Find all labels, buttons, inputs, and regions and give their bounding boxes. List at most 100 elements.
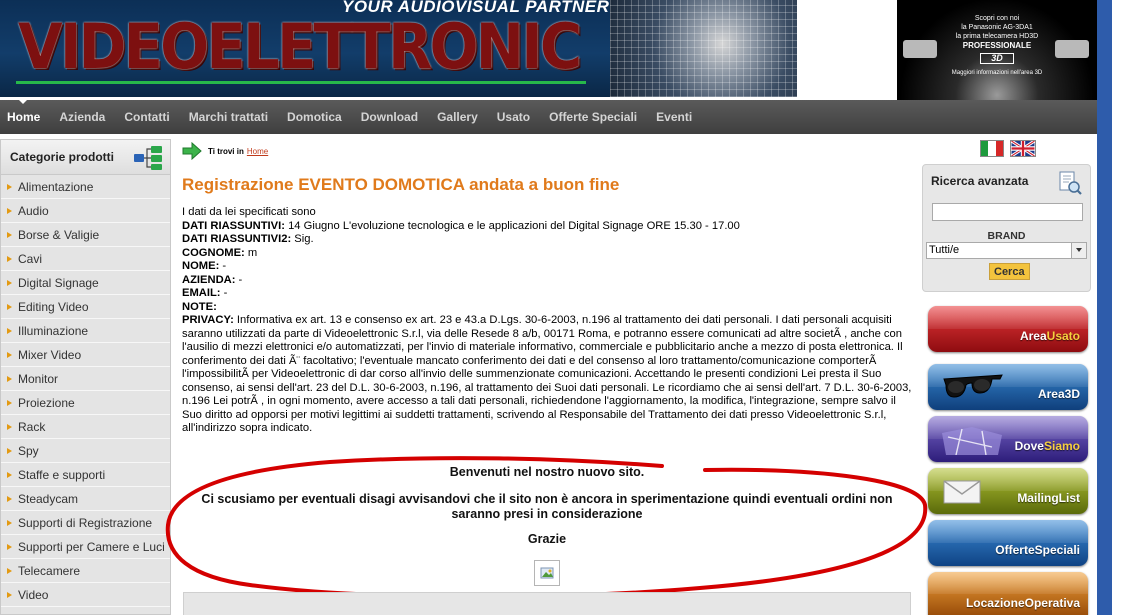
sidebar-item-cavi[interactable]: Cavi (1, 247, 170, 271)
privacy-label: PRIVACY: (182, 314, 234, 326)
breadcrumb: Ti trovi in Home (182, 141, 268, 161)
camera-icon (903, 40, 937, 58)
offerte-speciali-button[interactable]: OfferteSpeciali (928, 520, 1088, 566)
dove-siamo-label: DoveSiamo (1014, 439, 1080, 453)
bottom-content-box (183, 592, 911, 615)
nav-item-offerte-speciali[interactable]: Offerte Speciali (549, 110, 637, 124)
nav-item-azienda[interactable]: Azienda (59, 110, 105, 124)
mailing-list-button[interactable]: MailingList (928, 468, 1088, 514)
bullet-arrow-icon (7, 567, 12, 574)
sidebar-item-label: Video (18, 587, 49, 602)
search-docs-icon (1059, 171, 1082, 195)
field-row: EMAIL: - (182, 287, 912, 301)
nav-item-contatti[interactable]: Contatti (124, 110, 169, 124)
breadcrumb-label: Ti trovi in (208, 146, 244, 156)
field-row: NOME: - (182, 260, 912, 274)
area-3d-button[interactable]: Area3D (928, 364, 1088, 410)
sidebar-item-proiezione[interactable]: Proiezione (1, 391, 170, 415)
sidebar-item-video[interactable]: Video (1, 583, 170, 607)
bullet-arrow-icon (7, 327, 12, 334)
sidebar-item-alimentazione[interactable]: Alimentazione (1, 175, 170, 199)
notice-welcome: Benvenuti nel nostro nuovo sito. (449, 465, 645, 479)
green-arrow-icon (182, 142, 202, 160)
field-row: DATI RIASSUNTIVI: 14 Giugno L'evoluzione… (182, 220, 912, 234)
dove-siamo-button[interactable]: DoveSiamo (928, 416, 1088, 462)
map-icon (942, 427, 1002, 455)
header-banner[interactable]: YOUR AUDIOVISUAL PARTNER VIDEOELETTRONIC (0, 0, 797, 97)
field-value: Sig. (291, 233, 314, 245)
bullet-arrow-icon (7, 591, 12, 598)
field-value: - (219, 260, 227, 272)
field-row: AZIENDA: - (182, 274, 912, 288)
notice-thanks: Grazie (527, 532, 567, 546)
main-nav: Home Azienda Contatti Marchi trattati Do… (0, 99, 1097, 134)
nav-item-download[interactable]: Download (361, 110, 418, 124)
sidebar-item-label: Supporti di Registrazione (18, 515, 153, 530)
field-label: AZIENDA: (182, 273, 236, 286)
camera-icon (1055, 40, 1089, 58)
sidebar-item-borse-valigie[interactable]: Borse & Valigie (1, 223, 170, 247)
english-flag-icon[interactable] (1010, 140, 1036, 157)
sidebar-item-label: Monitor (18, 371, 59, 386)
nav-item-domotica[interactable]: Domotica (287, 110, 342, 124)
bullet-arrow-icon (7, 207, 12, 214)
sidebar-item-staffe-supporti[interactable]: Staffe e supporti (1, 463, 170, 487)
bullet-arrow-icon (7, 399, 12, 406)
breadcrumb-link-home[interactable]: Home (247, 147, 268, 156)
sidebar-item-mixer-video[interactable]: Mixer Video (1, 343, 170, 367)
bullet-arrow-icon (7, 255, 12, 262)
sidebar-item-label: Editing Video (18, 299, 89, 314)
sidebar-header: Categorie prodotti (1, 140, 170, 175)
bullet-arrow-icon (7, 375, 12, 382)
sidebar-item-telecamere[interactable]: Telecamere (1, 559, 170, 583)
site-logo[interactable]: VIDEOELETTRONIC (18, 10, 582, 83)
sidebar-item-supporti-registrazione[interactable]: Supporti di Registrazione (1, 511, 170, 535)
registration-details: I dati da lei specificati sono DATI RIAS… (182, 206, 912, 436)
sidebar-item-supporti-camere-luci[interactable]: Supporti per Camere e Luci (1, 535, 170, 559)
logo-underline (16, 81, 586, 84)
details-intro: I dati da lei specificati sono (182, 206, 316, 218)
promo-banner-3d[interactable]: Scopri con noi la Panasonic AG-3DA1 la p… (897, 0, 1097, 100)
mailing-list-label: MailingList (1017, 491, 1080, 505)
sidebar-item-steadycam[interactable]: Steadycam (1, 487, 170, 511)
field-row: COGNOME: m (182, 247, 912, 261)
bullet-arrow-icon (7, 183, 12, 190)
nav-item-gallery[interactable]: Gallery (437, 110, 478, 124)
brand-select[interactable]: Tutti/e (926, 242, 1087, 259)
welcome-notice: Benvenuti nel nostro nuovo sito. Ci scus… (183, 457, 911, 592)
sidebar-item-illuminazione[interactable]: Illuminazione (1, 319, 170, 343)
sidebar-item-label: Alimentazione (18, 179, 94, 194)
sidebar-item-digital-signage[interactable]: Digital Signage (1, 271, 170, 295)
sidebar-item-label: Telecamere (18, 563, 81, 578)
field-label: DATI RIASSUNTIVI: (182, 219, 285, 232)
area-usato-button[interactable]: AreaUsato (928, 306, 1088, 352)
field-row: NOTE: (182, 301, 912, 315)
sidebar-item-label: Proiezione (18, 395, 75, 410)
italian-flag-icon[interactable] (980, 140, 1004, 157)
nav-item-eventi[interactable]: Eventi (656, 110, 692, 124)
sidebar-item-spy[interactable]: Spy (1, 439, 170, 463)
chevron-down-icon[interactable] (1071, 243, 1086, 258)
search-button[interactable]: Cerca (989, 263, 1030, 280)
sidebar-item-editing-video[interactable]: Editing Video (1, 295, 170, 319)
sidebar-item-monitor[interactable]: Monitor (1, 367, 170, 391)
3d-glasses-icon (943, 374, 1003, 398)
locazione-operativa-label: LocazioneOperativa (965, 596, 1080, 610)
image-icon[interactable] (534, 560, 560, 586)
language-flags (980, 140, 1036, 157)
tree-icon (134, 146, 162, 170)
sidebar-item-label: Spy (18, 443, 39, 458)
privacy-text: Informativa ex art. 13 e consenso ex art… (182, 314, 912, 434)
field-label: COGNOME: (182, 246, 245, 259)
locazione-operativa-button[interactable]: LocazioneOperativa (928, 572, 1088, 615)
active-marker-icon (18, 99, 28, 104)
nav-item-usato[interactable]: Usato (497, 110, 530, 124)
nav-item-marchi-trattati[interactable]: Marchi trattati (189, 110, 268, 124)
field-value: - (235, 273, 243, 286)
sidebar-item-audio[interactable]: Audio (1, 199, 170, 223)
sidebar-item-rack[interactable]: Rack (1, 415, 170, 439)
field-row: DATI RIASSUNTIVI2: Sig. (182, 233, 912, 247)
search-input[interactable] (932, 203, 1083, 221)
field-label: DATI RIASSUNTIVI2: (182, 233, 292, 245)
nav-item-home[interactable]: Home (7, 110, 40, 124)
